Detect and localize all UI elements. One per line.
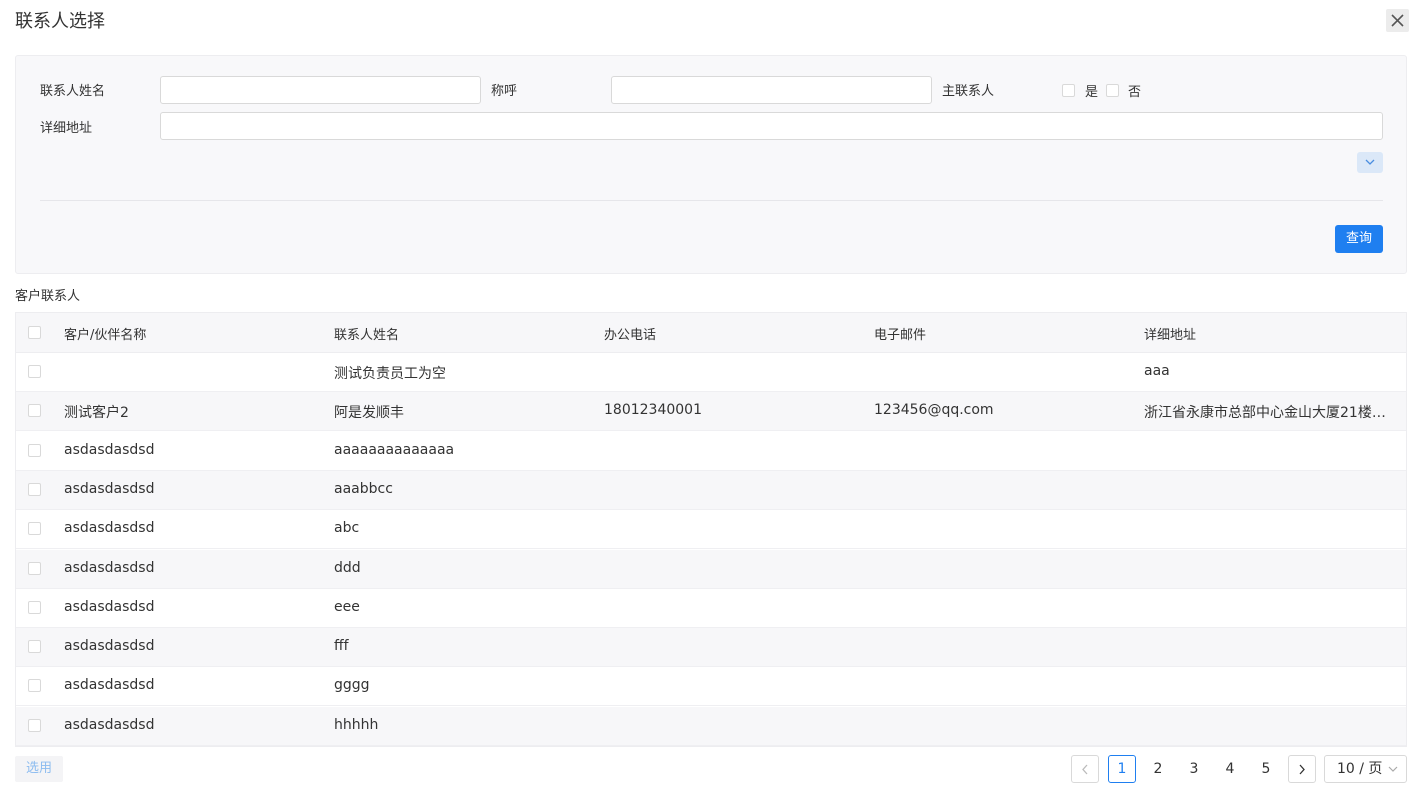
contact-name-input[interactable] [160, 76, 481, 104]
table-row[interactable]: 测试负责员工为空 aaa [16, 353, 1406, 392]
contacts-table: 客户/伙伴名称 联系人姓名 办公电话 电子邮件 详细地址 测试负责员工为空 aaa… [15, 312, 1407, 747]
close-button[interactable] [1386, 9, 1409, 32]
table-row[interactable]: asdasdasdsd aaabbcc [16, 470, 1406, 510]
filter-divider [40, 200, 1383, 201]
salutation-label: 称呼 [491, 84, 518, 99]
table-header: 客户/伙伴名称 联系人姓名 办公电话 电子邮件 详细地址 [16, 313, 1406, 353]
partner-cell: asdasdasdsd [64, 716, 155, 733]
page-1[interactable]: 1 [1108, 755, 1136, 783]
table-row[interactable]: asdasdasdsd gggg [16, 667, 1406, 707]
contact-name-cell: eee [334, 598, 360, 615]
contact-name-cell: 阿是发顺丰 [334, 405, 404, 422]
contact-name-cell: gggg [334, 677, 370, 694]
dialog-title: 联系人选择 [15, 11, 105, 32]
row-checkbox[interactable] [28, 561, 41, 575]
select-all-checkbox[interactable] [28, 326, 41, 339]
partner-cell: asdasdasdsd [64, 480, 155, 497]
partner-cell: asdasdasdsd [64, 441, 155, 458]
row-checkbox[interactable] [28, 640, 41, 654]
table-row[interactable]: asdasdasdsd hhhhh [16, 706, 1406, 746]
primary-no-checkbox[interactable] [1106, 84, 1119, 97]
chevron-left-icon [1082, 764, 1088, 775]
column-header-email: 电子邮件 [874, 328, 927, 343]
partner-cell: asdasdasdsd [64, 638, 155, 655]
prev-page-button[interactable] [1071, 755, 1099, 783]
expand-filters-button[interactable] [1357, 152, 1383, 173]
contact-name-cell: 测试负责员工为空 [334, 366, 446, 382]
address-input[interactable] [160, 112, 1383, 140]
partner-cell: asdasdasdsd [64, 520, 155, 537]
table-row[interactable]: asdasdasdsd ddd [16, 549, 1406, 589]
address-cell: aaa [1144, 363, 1170, 379]
partner-cell: asdasdasdsd [64, 559, 155, 576]
contact-name-cell: hhhhh [334, 716, 379, 733]
email-cell: 123456@qq.com [874, 402, 994, 419]
row-checkbox[interactable] [28, 404, 41, 418]
partner-cell: asdasdasdsd [64, 598, 155, 615]
contact-name-cell: aaabbcc [334, 480, 393, 497]
page-size-value: 10 / 页 [1337, 761, 1383, 777]
contact-name-label: 联系人姓名 [40, 84, 106, 99]
page-4[interactable]: 4 [1216, 755, 1244, 783]
row-checkbox[interactable] [28, 443, 41, 457]
filter-panel: 联系人姓名 称呼 主联系人 是 否 详细地址 查询 [15, 55, 1407, 274]
partner-cell: asdasdasdsd [64, 677, 155, 694]
table-row[interactable]: 测试客户2 阿是发顺丰 18012340001 123456@qq.com 浙江省永康市… [16, 392, 1406, 432]
primary-no-label: 否 [1128, 85, 1142, 100]
contact-name-cell: aaaaaaaaaaaaaa [334, 441, 455, 458]
row-checkbox[interactable] [28, 365, 41, 378]
page-size-select[interactable]: 10 / 页 [1324, 755, 1407, 783]
address-label: 详细地址 [40, 121, 93, 136]
column-header-partner: 客户/伙伴名称 [64, 328, 147, 343]
column-header-contact-name: 联系人姓名 [334, 328, 400, 343]
select-button[interactable]: 选用 [15, 756, 63, 782]
address-cell: 浙江省永康市总部中心金山大厦21楼2... [1144, 405, 1394, 422]
column-header-address: 详细地址 [1144, 328, 1197, 343]
salutation-input[interactable] [611, 76, 932, 104]
contact-name-cell: ddd [334, 559, 361, 576]
chevron-down-icon [1365, 159, 1375, 165]
chevron-right-icon [1299, 764, 1305, 775]
primary-yes-label: 是 [1085, 85, 1099, 100]
row-checkbox[interactable] [28, 718, 41, 732]
primary-yes-checkbox[interactable] [1062, 84, 1075, 97]
table-row[interactable]: asdasdasdsd fff [16, 628, 1406, 668]
row-checkbox[interactable] [28, 679, 41, 693]
section-title: 客户联系人 [15, 289, 81, 304]
row-checkbox[interactable] [28, 522, 41, 536]
contact-name-cell: abc [334, 520, 360, 537]
table-row[interactable]: asdasdasdsd aaaaaaaaaaaaaa [16, 432, 1406, 471]
table-row[interactable]: asdasdasdsd abc [16, 510, 1406, 550]
row-checkbox[interactable] [28, 482, 41, 496]
page-2[interactable]: 2 [1144, 755, 1172, 783]
page-5[interactable]: 5 [1252, 755, 1280, 783]
page-3[interactable]: 3 [1180, 755, 1208, 783]
column-header-office-phone: 办公电话 [604, 328, 657, 343]
close-icon [1391, 14, 1404, 27]
row-checkbox[interactable] [28, 600, 41, 614]
next-page-button[interactable] [1288, 755, 1316, 783]
chevron-down-icon [1388, 766, 1398, 772]
primary-contact-label: 主联系人 [942, 84, 995, 99]
partner-cell: 测试客户2 [64, 405, 129, 422]
office-phone-cell: 18012340001 [604, 402, 702, 419]
table-row[interactable]: asdasdasdsd eee [16, 589, 1406, 628]
query-button[interactable]: 查询 [1335, 225, 1383, 253]
contact-name-cell: fff [334, 638, 349, 655]
